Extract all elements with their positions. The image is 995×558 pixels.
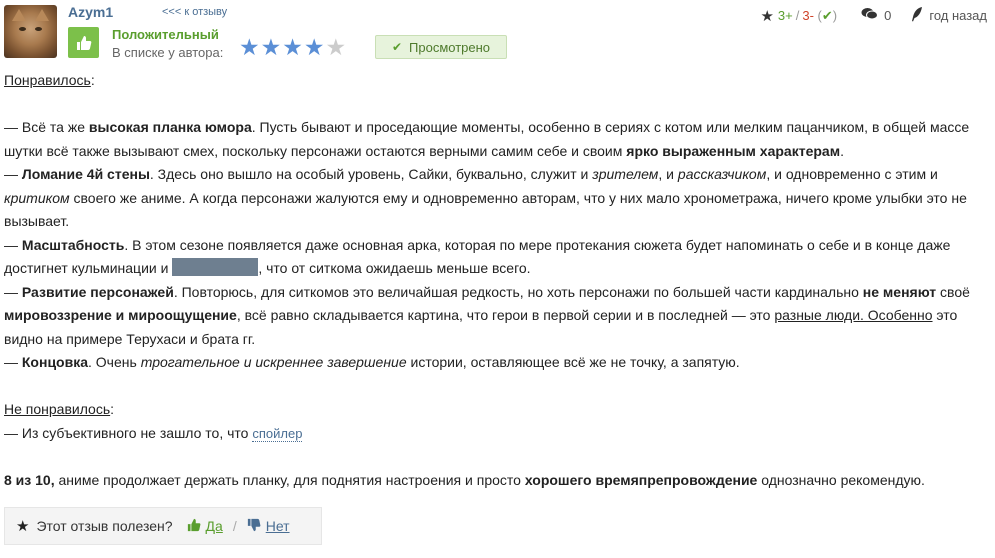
disliked-colon: : bbox=[110, 401, 115, 417]
star-icon-empty: ★ bbox=[325, 34, 347, 60]
bold-text: хорошего времяпрепровождение bbox=[524, 471, 758, 488]
votes-minus: 3- bbox=[802, 8, 814, 23]
text: . Здесь оно вышло на особый уровень, Сай… bbox=[149, 166, 593, 182]
disliked-heading-line: Не понравилось: bbox=[4, 398, 992, 422]
underlined-text: разные люди bbox=[774, 307, 861, 323]
text: , что от ситкома ожидаешь меньше всего. bbox=[258, 260, 531, 276]
paren-open: ( bbox=[813, 8, 822, 23]
text: своего же аниме. А когда персонажи жалую… bbox=[4, 189, 967, 230]
posted-time: год назад bbox=[929, 8, 987, 23]
bold-text: Развитие персонажей bbox=[21, 283, 174, 300]
text: — bbox=[4, 166, 22, 182]
spoiler-toggle[interactable]: спойлер bbox=[252, 425, 303, 442]
text: — bbox=[4, 354, 22, 370]
paragraph-disliked: — Из субъективного не зашло то, что спой… bbox=[4, 422, 992, 446]
thumbs-down-icon[interactable] bbox=[247, 518, 261, 535]
avatar-ear bbox=[35, 9, 49, 21]
star-icon: ★ bbox=[16, 518, 30, 535]
review-meta: ★ 3+ / 3- (✔) 0 год назад bbox=[760, 6, 987, 25]
bold-text: высокая планка юмора bbox=[88, 119, 252, 135]
helpful-no-link[interactable]: Нет bbox=[266, 518, 290, 534]
text: . Повторюсь, для ситкомов это величайшая… bbox=[173, 283, 863, 300]
text: — Всё та же bbox=[4, 119, 89, 135]
username-link[interactable]: Azym1 bbox=[68, 4, 113, 20]
helpful-question: Этот отзыв полезен? bbox=[36, 518, 173, 534]
hidden-spoiler-block[interactable] bbox=[172, 258, 259, 276]
star-icon: ★ bbox=[260, 34, 282, 60]
check-icon: ✔ bbox=[391, 40, 403, 54]
text: , и bbox=[658, 166, 678, 182]
seen-button[interactable]: ✔ Просмотрено bbox=[375, 35, 507, 59]
list-label: В списке у автора: bbox=[112, 45, 224, 60]
text: — Из субъективного не зашло то, что bbox=[4, 424, 253, 441]
paragraph-scale: — Масштабность. В этом сезоне появляется… bbox=[4, 234, 992, 281]
divider: / bbox=[232, 518, 237, 534]
review-header: Azym1 <<< к отзыву Положительный В списк… bbox=[0, 0, 995, 66]
underlined-text: . Особенно bbox=[860, 307, 933, 323]
bold-text: ярко выраженным характерам bbox=[626, 142, 841, 159]
text: — bbox=[4, 283, 22, 300]
bold-text: мировоззрение и мироощущение bbox=[4, 307, 237, 323]
bold-text: не меняют bbox=[862, 283, 937, 300]
bold-text: Масштабность bbox=[21, 236, 125, 253]
text: — bbox=[4, 236, 22, 253]
italic-text: рассказчиком bbox=[677, 166, 767, 182]
review-body: Понравилось: — Всё та же высокая планка … bbox=[4, 69, 992, 492]
bold-text: Концовка bbox=[21, 354, 89, 370]
quill-icon bbox=[911, 6, 923, 25]
liked-heading-line: Понравилось: bbox=[4, 69, 992, 93]
comment-icon[interactable] bbox=[861, 7, 879, 24]
avatar[interactable] bbox=[4, 5, 57, 58]
text: , и одновременно с этим и bbox=[766, 166, 938, 182]
liked-colon: : bbox=[90, 72, 95, 88]
comments-count[interactable]: 0 bbox=[884, 8, 891, 23]
bold-text: 8 из 10, bbox=[4, 471, 55, 488]
paren-close: ) bbox=[832, 8, 838, 23]
votes-separator: / bbox=[795, 8, 800, 23]
rating-stars: ★ ★ ★ ★ ★ bbox=[239, 34, 347, 60]
text: . bbox=[840, 142, 844, 159]
text: истории, оставляющее всё же не точку, а … bbox=[406, 354, 740, 370]
paragraph-fourth-wall: — Ломание 4й стены. Здесь оно вышло на о… bbox=[4, 163, 992, 234]
star-icon[interactable]: ★ bbox=[760, 7, 773, 25]
verdict-label: Положительный bbox=[112, 27, 219, 42]
seen-label: Просмотрено bbox=[409, 39, 491, 55]
thumbs-up-icon bbox=[68, 27, 99, 58]
helpful-yes-link[interactable]: Да bbox=[206, 518, 223, 534]
check-icon: ✔ bbox=[821, 7, 833, 23]
italic-text: зрителем bbox=[592, 166, 659, 182]
star-icon: ★ bbox=[282, 34, 303, 60]
paragraph-verdict: 8 из 10, аниме продолжает держать планку… bbox=[4, 469, 992, 493]
back-to-review-link[interactable]: <<< к отзыву bbox=[162, 6, 227, 18]
text: аниме продолжает держать планку, для под… bbox=[54, 471, 525, 488]
italic-text: трогательное и искреннее завершение bbox=[140, 354, 407, 370]
text: , всё равно складывается картина, что ге… bbox=[236, 307, 775, 323]
thumbs-up-icon[interactable] bbox=[187, 518, 201, 535]
star-icon: ★ bbox=[303, 34, 325, 60]
paragraph-development: — Развитие персонажей. Повторюсь, для си… bbox=[4, 281, 992, 352]
votes-plus: 3+ bbox=[777, 8, 793, 23]
disliked-heading: Не понравилось bbox=[4, 401, 111, 417]
liked-heading: Понравилось bbox=[4, 72, 91, 88]
text: . Очень bbox=[88, 354, 141, 370]
avatar-eye bbox=[19, 27, 26, 31]
star-icon: ★ bbox=[239, 34, 260, 60]
paragraph-humor: — Всё та же высокая планка юмора. Пусть … bbox=[4, 116, 992, 163]
italic-text: критиком bbox=[4, 189, 70, 206]
helpful-box: ★ Этот отзыв полезен? Да / Нет bbox=[4, 507, 322, 545]
avatar-eye bbox=[35, 27, 42, 31]
text: однозначно рекомендую. bbox=[757, 471, 925, 488]
text: своё bbox=[936, 283, 970, 300]
bold-text: Ломание 4й стены bbox=[21, 166, 150, 182]
paragraph-ending: — Концовка. Очень трогательное и искренн… bbox=[4, 351, 992, 375]
avatar-ear bbox=[12, 9, 26, 21]
